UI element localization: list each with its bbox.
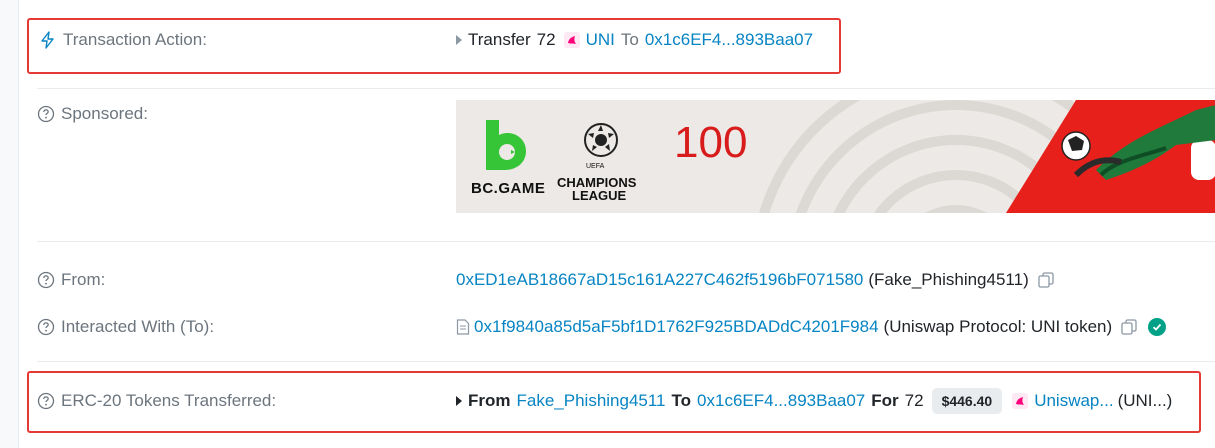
from-address-link[interactable]: 0xED1eAB18667aD15c161A227C462f5196bF0715… [456, 270, 863, 290]
interacted-label: Interacted With (To): [61, 317, 215, 336]
from-name-tag: (Fake_Phishing4511) [868, 270, 1029, 289]
interacted-label-wrap: Interacted With (To): [37, 317, 214, 337]
copy-icon[interactable] [1037, 271, 1055, 289]
sponsored-banner-ad[interactable]: BC.GAME UEFA CHAMPIONS LEAGUE 100 [456, 100, 1215, 213]
uefa-text: UEFA [586, 163, 605, 170]
highlight-box-action [27, 18, 841, 74]
champions-league-star-icon [581, 120, 621, 165]
copy-icon[interactable] [1120, 318, 1138, 336]
question-circle-icon [37, 271, 55, 289]
sponsored-label: Sponsored: [61, 104, 148, 123]
from-label-wrap: From: [37, 270, 105, 290]
verified-check-icon [1148, 318, 1167, 336]
question-circle-icon [37, 318, 55, 336]
bc-game-brand-text: BC.GAME [471, 180, 546, 197]
contract-file-icon [456, 319, 470, 335]
question-circle-icon [37, 105, 55, 123]
divider [37, 88, 1215, 89]
divider [37, 361, 1215, 362]
highlight-box-erc20 [27, 371, 1201, 433]
bc-game-logo [481, 117, 531, 177]
divider [37, 241, 1215, 242]
contract-name-tag: (Uniswap Protocol: UNI token) [883, 317, 1113, 336]
promo-number: 100 [674, 118, 748, 167]
transaction-details-card: Transaction Action: Transfer 72 UNI To 0… [18, 0, 1215, 448]
contract-address-link[interactable]: 0x1f9840a85d5aF5bf1D1762F925BDADdC4201F9… [474, 317, 879, 337]
sponsored-label-wrap: Sponsored: [37, 104, 148, 124]
league-text: LEAGUE [572, 188, 627, 203]
interacted-value: 0x1f9840a85d5aF5bf1D1762F925BDADdC4201F9… [456, 317, 1167, 337]
from-label: From: [61, 270, 106, 289]
from-value: 0xED1eAB18667aD15c161A227C462f5196bF0715… [456, 270, 1055, 290]
